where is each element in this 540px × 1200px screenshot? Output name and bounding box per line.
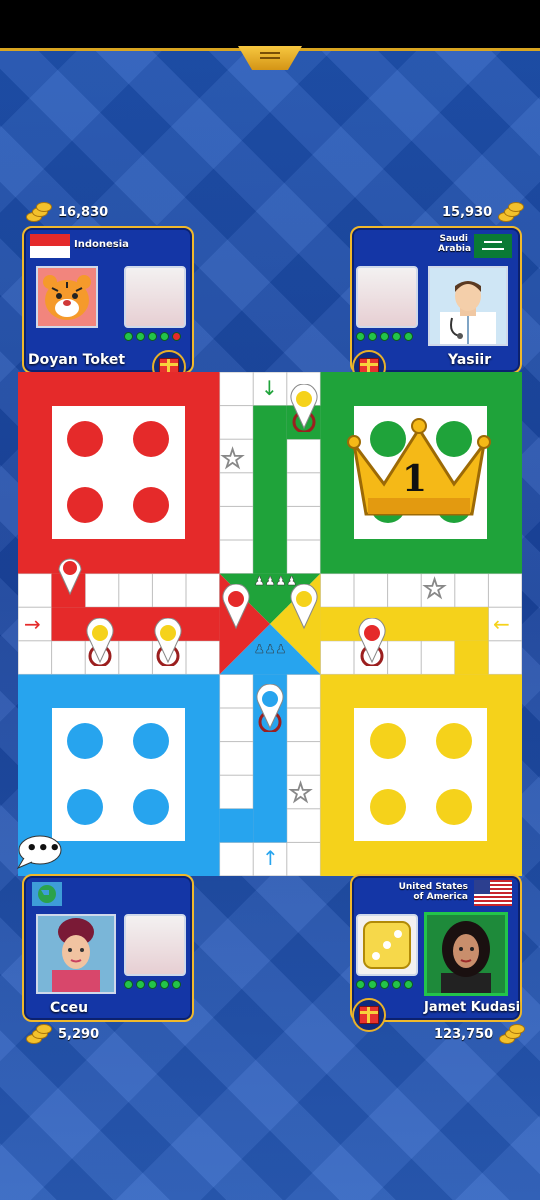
- country-line-2: Arabia: [438, 244, 472, 254]
- coins-value: 15,930: [442, 204, 493, 220]
- avatar[interactable]: [36, 914, 116, 994]
- safe-star-icon: ☆: [421, 572, 448, 606]
- status-bar: [0, 0, 540, 48]
- yellow-pawn[interactable]: [288, 384, 320, 432]
- coins-bottom-right: 123,750: [434, 1024, 526, 1044]
- blue-pawn[interactable]: [254, 684, 286, 732]
- home-blue-pawns: ♟♟♟: [254, 642, 287, 657]
- home-green-pawns: ♟♟♟♟: [254, 574, 298, 589]
- indonesia-flag-icon: [30, 234, 70, 258]
- gift-icon: [359, 1006, 379, 1024]
- country-line-1: Saudi: [439, 234, 469, 244]
- yellow-pawn[interactable]: [84, 618, 116, 666]
- coins-top-left: 16,830: [26, 202, 108, 222]
- coins-value: 123,750: [434, 1026, 494, 1042]
- coins-value: 5,290: [58, 1026, 100, 1042]
- blue-arrow-icon: ↑: [262, 846, 279, 870]
- avatar[interactable]: [36, 266, 98, 328]
- red-pawn[interactable]: [56, 556, 84, 596]
- country-line-2: of America: [413, 892, 468, 902]
- dice-icon: [363, 921, 411, 969]
- progress-dots: [124, 980, 181, 989]
- red-pawn[interactable]: [220, 584, 252, 632]
- globe-icon: [32, 882, 62, 906]
- dice-box[interactable]: [356, 266, 418, 328]
- ludo-board: ☆ ☆ ☆ ↓ → ← ↑ 1 ♟♟♟♟ ♟♟♟: [18, 372, 522, 876]
- chat-bubble-button[interactable]: •••: [16, 834, 62, 870]
- yellow-pawn[interactable]: [288, 584, 320, 632]
- dice-box[interactable]: [124, 914, 186, 976]
- tiger-avatar-icon: [43, 275, 91, 320]
- player-name: Cceu: [50, 1000, 89, 1016]
- safe-star-icon: ☆: [287, 776, 314, 810]
- green-arrow-icon: ↓: [261, 376, 278, 400]
- safe-star-icon: ☆: [219, 442, 246, 476]
- player-name: Doyan Toket: [28, 352, 126, 368]
- player-name: Jamet Kudasi: [424, 1000, 521, 1015]
- dice-box[interactable]: [124, 266, 186, 328]
- winner-crown-icon: 1: [344, 414, 494, 524]
- player-panel-bottom-left[interactable]: Cceu: [22, 874, 194, 1022]
- coins-icon: [26, 1024, 52, 1044]
- coins-icon: [499, 1024, 526, 1044]
- progress-dots: [356, 332, 413, 341]
- progress-dots: [124, 332, 181, 341]
- country-label: United States of America: [392, 882, 468, 902]
- dice-box[interactable]: [356, 914, 418, 976]
- avatar[interactable]: [424, 912, 508, 996]
- rank-number: 1: [402, 458, 428, 500]
- saudi-flag-icon: [474, 234, 512, 258]
- coins-top-right: 15,930: [442, 202, 525, 222]
- coins-value: 16,830: [58, 204, 109, 220]
- woman-avatar-icon: [441, 921, 491, 993]
- coins-bottom-left: 5,290: [26, 1024, 99, 1044]
- progress-dots: [356, 980, 413, 989]
- coins-icon: [498, 202, 525, 222]
- yellow-pawn[interactable]: [152, 618, 184, 666]
- player-name: Yasiir: [448, 352, 492, 368]
- avatar[interactable]: [428, 266, 508, 346]
- chat-dots: •••: [26, 838, 61, 859]
- doctor-avatar-icon: [440, 281, 496, 344]
- coins-icon: [26, 202, 52, 222]
- gift-button-bottom-right[interactable]: [352, 998, 386, 1032]
- red-pawn[interactable]: [356, 618, 388, 666]
- country-label: Saudi Arabia: [438, 234, 472, 254]
- usa-flag-icon: [474, 880, 512, 906]
- woman-avatar-icon: [52, 918, 100, 992]
- country-label: Indonesia: [74, 239, 129, 250]
- country-line-1: United States: [398, 882, 468, 892]
- red-arrow-icon: →: [24, 612, 41, 636]
- yellow-arrow-icon: ←: [493, 612, 510, 636]
